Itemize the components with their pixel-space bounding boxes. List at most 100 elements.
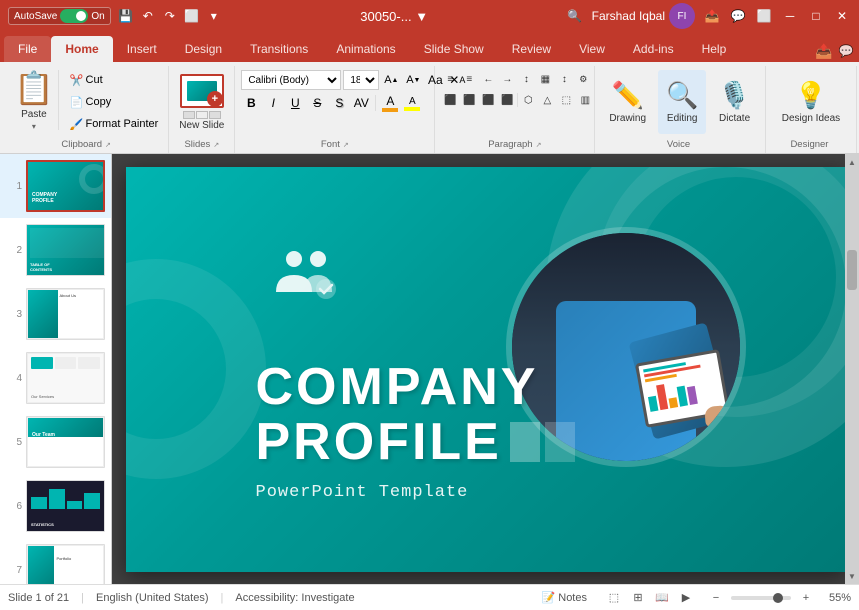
highlight-color-button[interactable]: A: [402, 93, 422, 113]
tab-insert[interactable]: Insert: [113, 36, 171, 62]
tab-transitions[interactable]: Transitions: [236, 36, 322, 62]
zoom-level[interactable]: 55%: [821, 592, 851, 604]
clipboard-expand-icon[interactable]: ↗: [105, 141, 111, 149]
line-spacing-button[interactable]: ↕: [517, 70, 535, 88]
customize-quick-access[interactable]: ⬜: [183, 7, 201, 25]
slideshow-button[interactable]: ▶: [675, 587, 697, 609]
accessibility[interactable]: Accessibility: Investigate: [235, 592, 354, 604]
paragraph-expand-icon[interactable]: ↗: [536, 141, 542, 149]
align-right-button[interactable]: ⬛: [479, 91, 497, 109]
slides-label[interactable]: Slides ↗: [175, 137, 228, 153]
slide-canvas[interactable]: COMPANY PROFILE PowerPoint Template: [126, 167, 846, 572]
zoom-out-button[interactable]: −: [705, 587, 727, 609]
zoom-slider[interactable]: [731, 596, 791, 600]
slide-thumb-4[interactable]: 4 Our Services: [0, 346, 111, 410]
close-button[interactable]: ✕: [833, 7, 851, 25]
dropdown-arrow[interactable]: ▾: [205, 7, 223, 25]
tab-addins[interactable]: Add-ins: [619, 36, 688, 62]
scroll-thumb[interactable]: [847, 250, 857, 290]
tab-view[interactable]: View: [565, 36, 619, 62]
notes-button[interactable]: 📝 Notes: [534, 589, 595, 606]
increase-font-button[interactable]: A▲: [381, 70, 401, 90]
copy-button[interactable]: 📄 Copy: [66, 92, 162, 112]
align-center-button[interactable]: ⬛: [460, 91, 478, 109]
strikethrough-button[interactable]: S: [307, 93, 327, 113]
slide-thumb-3[interactable]: 3 About Us: [0, 282, 111, 346]
drawing-button[interactable]: ✏️ Drawing: [601, 70, 654, 134]
share-ribbon-button[interactable]: 📤: [815, 42, 833, 60]
normal-view-button[interactable]: ⬚: [603, 587, 625, 609]
justify-button[interactable]: ⬛: [498, 91, 516, 109]
slide-thumb-1[interactable]: 1 COMPANYPROFILE: [0, 154, 111, 218]
new-slide-button[interactable]: + New Slide: [175, 70, 228, 134]
shapes-button[interactable]: △: [538, 91, 556, 109]
decrease-font-button[interactable]: A▼: [403, 70, 423, 90]
scroll-down-button[interactable]: ▼: [845, 568, 859, 584]
tab-design[interactable]: Design: [171, 36, 236, 62]
slides-expand-icon[interactable]: ↗: [213, 141, 219, 149]
tab-file[interactable]: File: [4, 36, 51, 62]
reading-view-button[interactable]: 📖: [651, 587, 673, 609]
font-expand-icon[interactable]: ↗: [343, 141, 349, 149]
ribbon-display[interactable]: ⬜: [755, 7, 773, 25]
character-spacing-button[interactable]: AV: [351, 93, 371, 113]
dictate-button[interactable]: 🎙️ Dictate: [710, 70, 758, 134]
align-left-button[interactable]: ⬛: [441, 91, 459, 109]
comments-ribbon-button[interactable]: 💬: [837, 42, 855, 60]
slide-thumb-5[interactable]: 5 Our Team: [0, 410, 111, 474]
smartart-convert-button[interactable]: ⬡: [519, 91, 537, 109]
zoom-in-button[interactable]: +: [795, 587, 817, 609]
slide-thumb-2[interactable]: 2 TABLE OFCONTENTS: [0, 218, 111, 282]
cut-button[interactable]: ✂️ Cut: [66, 70, 162, 90]
design-ideas-button[interactable]: 💡 Design Ideas: [772, 70, 850, 134]
tab-help[interactable]: Help: [688, 36, 741, 62]
comments-button[interactable]: 💬: [729, 7, 747, 25]
slide-panel[interactable]: 1 COMPANYPROFILE 2 TABLE OFCONTENTS 3: [0, 154, 112, 584]
editing-button[interactable]: 🔍 Editing: [658, 70, 706, 134]
font-label[interactable]: Font ↗: [241, 137, 428, 153]
tab-home[interactable]: Home: [51, 36, 112, 62]
redo-button[interactable]: ↷: [161, 7, 179, 25]
quick-styles-button[interactable]: ▥: [576, 91, 594, 109]
clipboard-label[interactable]: Clipboard ↗: [10, 137, 162, 153]
text-shadow-button[interactable]: S: [329, 93, 349, 113]
increase-indent-button[interactable]: →: [498, 70, 516, 88]
undo-button[interactable]: ↶: [139, 7, 157, 25]
format-painter-button[interactable]: 🖌️ Format Painter: [66, 114, 162, 134]
scroll-up-button[interactable]: ▲: [845, 154, 859, 170]
slide-thumb-6[interactable]: 6 STATISTICS: [0, 474, 111, 538]
tab-review[interactable]: Review: [498, 36, 565, 62]
zoom-area: − + 55%: [705, 587, 851, 609]
autosave-badge[interactable]: AutoSave On: [8, 7, 111, 25]
maximize-button[interactable]: □: [807, 7, 825, 25]
numbered-list-button[interactable]: ≡: [460, 70, 478, 88]
share-button[interactable]: 📤: [703, 7, 721, 25]
autosave-toggle[interactable]: [60, 9, 88, 23]
save-button[interactable]: 💾: [117, 7, 135, 25]
underline-button[interactable]: U: [285, 93, 305, 113]
voice-label[interactable]: Voice: [601, 137, 758, 153]
tab-animations[interactable]: Animations: [322, 36, 409, 62]
font-size-select[interactable]: 18: [343, 70, 379, 90]
decrease-indent-button[interactable]: ←: [479, 70, 497, 88]
bold-button[interactable]: B: [241, 93, 261, 113]
minimize-button[interactable]: ─: [781, 7, 799, 25]
tab-slideshow[interactable]: Slide Show: [410, 36, 498, 62]
slide-thumb-7[interactable]: 7 Portfolio: [0, 538, 111, 584]
paste-button[interactable]: 📋 Paste ▾: [10, 70, 59, 130]
text-direction-button[interactable]: ↕: [555, 70, 573, 88]
columns-button[interactable]: ▦: [536, 70, 554, 88]
font-color-button[interactable]: A: [380, 93, 400, 113]
arrange-button[interactable]: ⬚: [557, 91, 575, 109]
smartart-button[interactable]: ⚙: [574, 70, 592, 88]
paragraph-label[interactable]: Paragraph ↗: [441, 137, 588, 153]
language[interactable]: English (United States): [96, 592, 209, 604]
search-button[interactable]: 🔍: [566, 7, 584, 25]
bullet-list-button[interactable]: ≡: [441, 70, 459, 88]
slide-sorter-button[interactable]: ⊞: [627, 587, 649, 609]
font-family-select[interactable]: Calibri (Body): [241, 70, 341, 90]
paste-dropdown[interactable]: ▾: [32, 122, 36, 131]
italic-button[interactable]: I: [263, 93, 283, 113]
paragraph-row1: ≡ ≡ ← → ↕ ▦ ↕ ⚙: [441, 70, 592, 88]
designer-label[interactable]: Designer: [772, 137, 850, 153]
